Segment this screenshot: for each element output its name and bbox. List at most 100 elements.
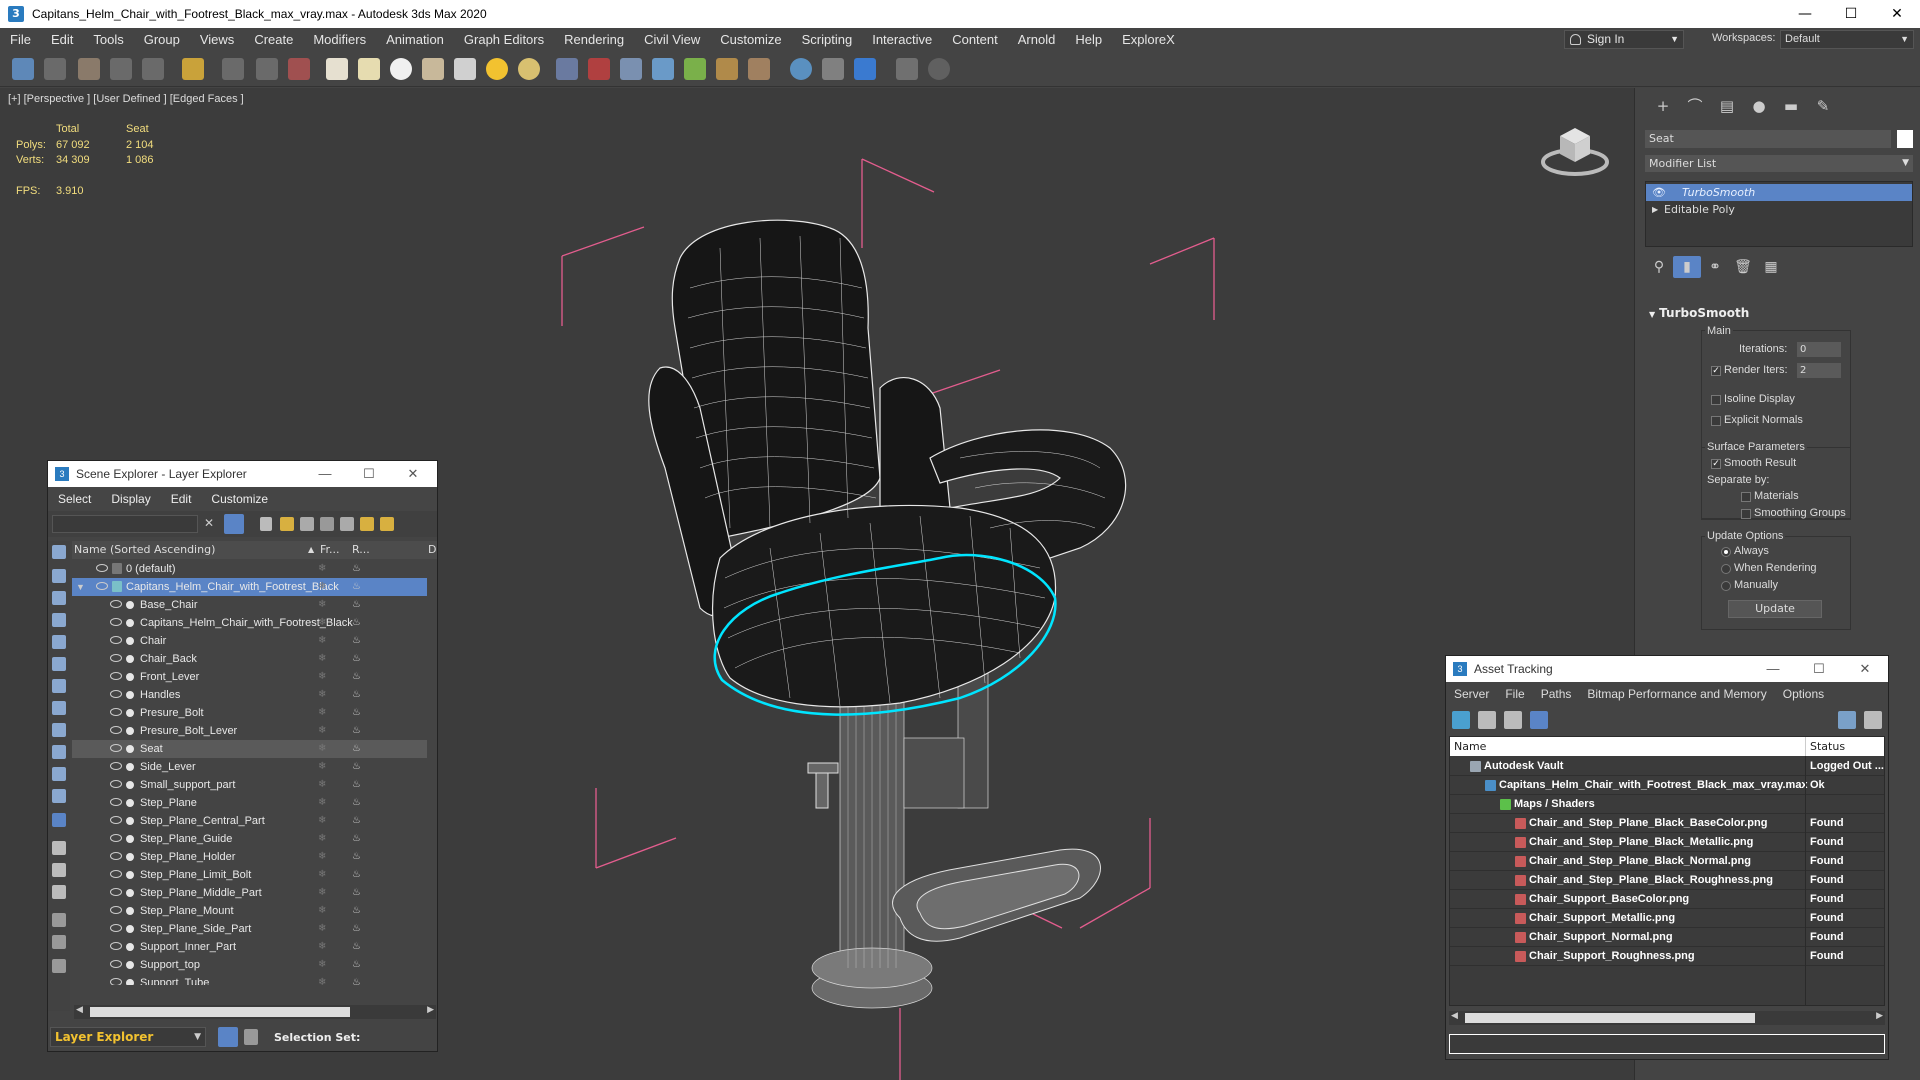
help-icon[interactable] [928,58,950,80]
menu-create[interactable]: Create [244,32,303,47]
unlink-icon[interactable] [110,58,132,80]
display-groups-icon[interactable] [52,701,66,715]
display-space-warps-icon[interactable] [52,679,66,693]
tree-row[interactable]: Side_Lever ❄ ♨ [72,758,427,776]
sign-in-dropdown[interactable]: Sign In ▼ [1564,30,1684,49]
asset-row[interactable]: Chair_Support_Metallic.png Found [1450,909,1884,928]
asset-tracking-titlebar[interactable]: 3 Asset Tracking — ☐ ✕ [1446,656,1888,682]
freeze-icon[interactable]: ❄ [318,650,326,668]
display-helpers-icon[interactable] [52,657,66,671]
close-button[interactable]: ✕ [390,461,436,487]
vfb-icon[interactable] [896,58,918,80]
display-shapes-icon[interactable] [52,591,66,605]
freeze-icon[interactable]: ❄ [318,596,326,614]
at-menu-server[interactable]: Server [1446,687,1497,701]
menu-group[interactable]: Group [134,32,190,47]
tree-row[interactable]: Support_Tube ❄ ♨ [72,974,427,985]
create-tab-icon[interactable]: + [1647,94,1679,118]
render-teapot-icon[interactable]: ♨ [352,794,361,812]
render-teapot-icon[interactable]: ♨ [352,740,361,758]
tree-row[interactable]: Step_Plane_Middle_Part ❄ ♨ [72,884,427,902]
maximize-button[interactable]: ☐ [1828,0,1874,28]
new-layer-icon[interactable] [280,517,294,531]
column-render[interactable]: R... [352,541,370,559]
freeze-icon[interactable]: ❄ [318,974,326,985]
menu-file[interactable]: File [0,32,41,47]
menu-edit[interactable]: Edit [41,32,83,47]
eye-icon[interactable] [110,834,122,842]
smooth-result-checkbox[interactable]: ✓ [1711,459,1721,469]
select-object-icon[interactable] [222,58,244,80]
freeze-icon[interactable]: ❄ [318,830,326,848]
render-teapot-icon[interactable]: ♨ [352,812,361,830]
environment-icon[interactable] [652,58,674,80]
display-all-objects-icon[interactable] [52,841,66,855]
minimize-button[interactable]: — [1750,656,1796,682]
column-name[interactable]: Name (Sorted Ascending) [74,541,215,559]
freeze-icon[interactable]: ❄ [318,902,326,920]
menu-customize[interactable]: Customize [710,32,791,47]
turbosmooth-rollout-title[interactable]: ▼ TurboSmooth [1649,306,1749,320]
eye-icon[interactable] [110,852,122,860]
menu-modifiers[interactable]: Modifiers [303,32,376,47]
maximize-button[interactable]: ☐ [346,461,392,487]
filter-icon[interactable] [224,514,244,534]
viewport-label[interactable]: [+] [Perspective ] [User Defined ] [Edge… [8,93,244,105]
tree-row[interactable]: Support_top ❄ ♨ [72,956,427,974]
fur-icon[interactable] [716,58,738,80]
render-teapot-icon[interactable]: ♨ [352,560,361,578]
box-create-icon[interactable] [326,58,348,80]
materials-checkbox[interactable] [1741,492,1751,502]
explorer-type-select[interactable]: Layer Explorer ▼ [50,1027,206,1047]
render-teapot-icon[interactable]: ♨ [352,938,361,956]
layers-mode-icon[interactable] [218,1027,238,1047]
tree-row[interactable]: Presure_Bolt ❄ ♨ [72,704,427,722]
asset-row[interactable]: Capitans_Helm_Chair_with_Footrest_Black_… [1450,776,1884,795]
link-icon[interactable] [78,58,100,80]
help-context-icon[interactable] [1864,711,1882,729]
array-icon[interactable] [556,58,578,80]
tree-row[interactable]: Step_Plane_Guide ❄ ♨ [72,830,427,848]
column-d[interactable]: D [428,541,436,559]
eye-icon[interactable] [110,780,122,788]
hierarchy-mode-icon[interactable] [244,1029,258,1045]
eye-icon[interactable] [110,762,122,770]
tree-row[interactable]: Base_Chair ❄ ♨ [72,596,427,614]
eye-icon[interactable] [110,726,122,734]
render-teapot-icon[interactable]: ♨ [352,920,361,938]
find-input[interactable] [52,515,198,533]
explicit-normals-checkbox[interactable] [1711,416,1721,426]
lock-icon[interactable] [260,517,272,531]
motion-tab-icon[interactable]: ● [1743,94,1775,118]
freeze-icon[interactable]: ❄ [318,704,326,722]
select-move-icon[interactable] [288,58,310,80]
se-menu-select[interactable]: Select [48,492,101,506]
freeze-icon[interactable]: ❄ [318,632,326,650]
hierarchy-tab-icon[interactable]: ▤ [1711,94,1743,118]
eye-icon[interactable] [110,690,122,698]
material-ball-icon[interactable] [748,58,770,80]
tree-row[interactable]: Capitans_Helm_Chair_with_Footrest_Black ❄… [72,614,427,632]
render-iters-spinner[interactable]: 2 [1797,363,1841,378]
light-icon[interactable] [486,58,508,80]
eye-icon[interactable] [110,654,122,662]
menu-scripting[interactable]: Scripting [792,32,863,47]
scroll-left-icon[interactable]: ◀ [76,1005,83,1015]
bind-space-warp-icon[interactable] [142,58,164,80]
menu-arnold[interactable]: Arnold [1008,32,1066,47]
sort-icon[interactable] [340,517,354,531]
render-teapot-icon[interactable]: ♨ [352,668,361,686]
make-unique-icon[interactable]: ⚭ [1701,256,1729,278]
modify-tab-icon[interactable]: ⌒ [1679,94,1711,118]
list-view-icon[interactable] [1478,711,1496,729]
render-setup-icon[interactable] [790,58,812,80]
selection-filter-icon[interactable] [182,58,204,80]
freeze-icon[interactable]: ❄ [318,956,326,974]
menu-explorex[interactable]: ExploreX [1112,32,1185,47]
display-none-icon[interactable] [52,863,66,877]
render-frame-icon[interactable] [822,58,844,80]
asset-hscroll[interactable]: ◀ ▶ [1449,1011,1885,1025]
eye-icon[interactable] [110,906,122,914]
collapse-icon[interactable] [52,959,66,973]
freeze-icon[interactable]: ❄ [318,794,326,812]
